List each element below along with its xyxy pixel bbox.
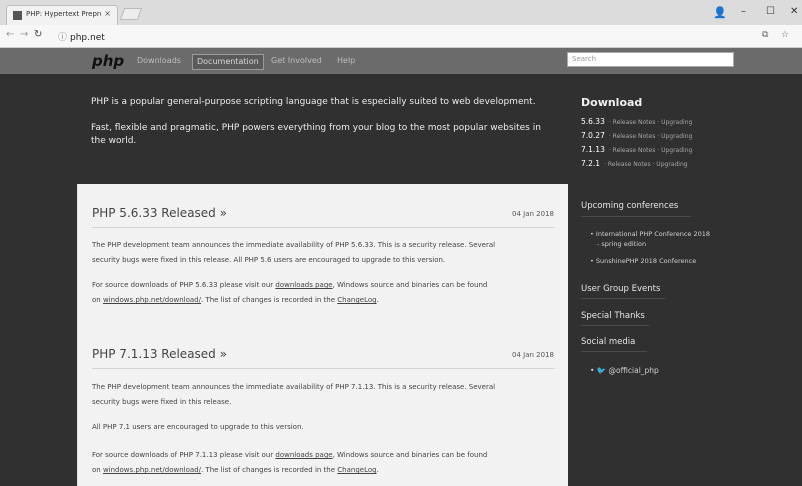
search-input[interactable]: Search <box>567 52 734 67</box>
text-line: security bugs were fixed in this release… <box>92 256 446 264</box>
intro-line-2a: Fast, flexible and pragmatic, PHP powers… <box>91 123 541 133</box>
text: . <box>376 466 379 474</box>
release-date: 04 Jan 2018 <box>512 351 554 359</box>
text: . <box>376 296 379 304</box>
nav-help[interactable]: Help <box>333 54 359 70</box>
user-group-events-link[interactable]: User Group Events <box>581 284 660 294</box>
bookmark-star-icon[interactable]: ☆ <box>781 30 789 40</box>
text: For source downloads of PHP 5.6.33 pleas… <box>92 281 276 289</box>
divider <box>92 227 555 228</box>
text: , Windows source and binaries can be fou… <box>332 281 488 289</box>
social-media-heading: Social media <box>581 337 636 347</box>
nav-get-involved[interactable]: Get Involved <box>267 54 326 70</box>
text-line: For source downloads of PHP 5.6.33 pleas… <box>92 278 562 293</box>
text-line: For source downloads of PHP 7.1.13 pleas… <box>92 448 562 463</box>
news-card: PHP 5.6.33 Released » 04 Jan 2018 The PH… <box>77 184 568 486</box>
release-paragraph: For source downloads of PHP 5.6.33 pleas… <box>92 278 562 308</box>
conference-item[interactable]: • SunshinePHP 2018 Conference <box>590 256 696 266</box>
tab-close-icon[interactable]: × <box>104 9 111 18</box>
release-paragraph: The PHP development team announces the i… <box>92 380 562 410</box>
download-row: 5.6.33 · Release Notes · Upgrading <box>581 117 692 126</box>
download-row: 7.1.13 · Release Notes · Upgrading <box>581 145 692 154</box>
text-line: on windows.php.net/download/. The list o… <box>92 293 562 308</box>
nav-downloads[interactable]: Downloads <box>133 54 185 70</box>
special-thanks-link[interactable]: Special Thanks <box>581 311 645 321</box>
version-link[interactable]: 7.2.1 <box>581 159 600 168</box>
minimize-button[interactable]: – <box>741 6 746 17</box>
release-notes-links[interactable]: · Release Notes · Upgrading <box>604 161 687 168</box>
windows-download-link[interactable]: windows.php.net/download/ <box>103 466 201 474</box>
release-notes-links[interactable]: · Release Notes · Upgrading <box>609 147 692 154</box>
release-paragraph: For source downloads of PHP 7.1.13 pleas… <box>92 448 562 478</box>
nav-documentation[interactable]: Documentation <box>192 54 264 70</box>
conference-item[interactable]: • International PHP Conference 2018 <box>590 229 710 239</box>
version-link[interactable]: 7.0.27 <box>581 131 605 140</box>
forward-arrow-icon[interactable]: → <box>20 29 28 40</box>
release-notes-links[interactable]: · Release Notes · Upgrading <box>609 133 692 140</box>
twitter-link[interactable]: • 🐦 @official_php <box>590 366 659 376</box>
download-heading: Download <box>581 96 643 109</box>
new-tab-button[interactable] <box>119 8 143 20</box>
downloads-page-link[interactable]: downloads page <box>275 451 332 459</box>
tab-title: PHP: Hypertext Preprocessor <box>26 10 101 18</box>
divider <box>581 325 649 326</box>
text-line: on windows.php.net/download/. The list o… <box>92 463 562 478</box>
text-line: The PHP development team announces the i… <box>92 383 496 391</box>
text: For source downloads of PHP 7.1.13 pleas… <box>92 451 276 459</box>
intro-line-2b: the world. <box>91 136 137 146</box>
version-link[interactable]: 5.6.33 <box>581 117 605 126</box>
intro-line-1: PHP is a popular general-purpose scripti… <box>91 97 536 107</box>
version-link[interactable]: 7.1.13 <box>581 145 605 154</box>
text: International PHP Conference 2018 <box>595 230 711 238</box>
browser-tab[interactable]: PHP: Hypertext Preprocessor × <box>6 5 118 25</box>
conference-item-continued[interactable]: - spring edition <box>597 239 646 249</box>
account-icon[interactable]: 👤 <box>713 6 727 19</box>
text: . The list of changes is recorded in the <box>200 296 338 304</box>
release-paragraph: The PHP development team announces the i… <box>92 238 562 268</box>
text-line: All PHP 7.1 users are encouraged to upgr… <box>92 423 304 431</box>
release-title-7-1-13[interactable]: PHP 7.1.13 Released » <box>92 347 227 361</box>
twitter-icon: 🐦 <box>596 366 607 375</box>
main-content: PHP is a popular general-purpose scripti… <box>0 74 802 486</box>
divider <box>581 298 665 299</box>
browser-tab-strip: PHP: Hypertext Preprocessor × 👤 – ☐ ✕ <box>0 0 802 25</box>
text-line: security bugs were fixed in this release… <box>92 398 232 406</box>
info-icon[interactable]: ⓘ <box>58 33 67 43</box>
release-notes-links[interactable]: · Release Notes · Upgrading <box>609 119 692 126</box>
php-logo[interactable]: php <box>92 52 124 70</box>
windows-download-link[interactable]: windows.php.net/download/ <box>103 296 201 304</box>
site-navbar: php Downloads Documentation Get Involved… <box>0 48 802 74</box>
close-window-button[interactable]: ✕ <box>790 6 798 17</box>
translate-icon[interactable]: ⧉ <box>762 30 768 40</box>
changelog-link[interactable]: ChangeLog <box>337 466 376 474</box>
text: on <box>92 296 103 304</box>
text-line: The PHP development team announces the i… <box>92 241 496 249</box>
upcoming-conferences-heading: Upcoming conferences <box>581 201 679 211</box>
url-field[interactable]: ⓘ php.net <box>58 30 105 43</box>
text: , Windows source and binaries can be fou… <box>332 451 488 459</box>
url-text: php.net <box>70 33 105 43</box>
text: SunshinePHP 2018 Conference <box>595 257 697 265</box>
release-paragraph: All PHP 7.1 users are encouraged to upgr… <box>92 420 562 435</box>
changelog-link[interactable]: ChangeLog <box>337 296 376 304</box>
downloads-page-link[interactable]: downloads page <box>275 281 332 289</box>
divider <box>581 216 691 217</box>
reload-icon[interactable]: ↻ <box>34 29 42 40</box>
back-arrow-icon[interactable]: ← <box>6 29 14 40</box>
maximize-button[interactable]: ☐ <box>766 6 775 17</box>
divider <box>581 351 647 352</box>
php-favicon-icon <box>13 11 22 20</box>
download-row: 7.0.27 · Release Notes · Upgrading <box>581 131 692 140</box>
text: on <box>92 466 103 474</box>
release-date: 04 Jan 2018 <box>512 210 554 218</box>
download-row: 7.2.1 · Release Notes · Upgrading <box>581 159 688 168</box>
release-title-5-6-33[interactable]: PHP 5.6.33 Released » <box>92 206 227 220</box>
twitter-handle: @official_php <box>608 366 659 375</box>
divider <box>92 368 555 369</box>
text: . The list of changes is recorded in the <box>200 466 338 474</box>
address-bar-row: ← → ↻ ⓘ php.net ⧉ ☆ <box>0 25 802 48</box>
